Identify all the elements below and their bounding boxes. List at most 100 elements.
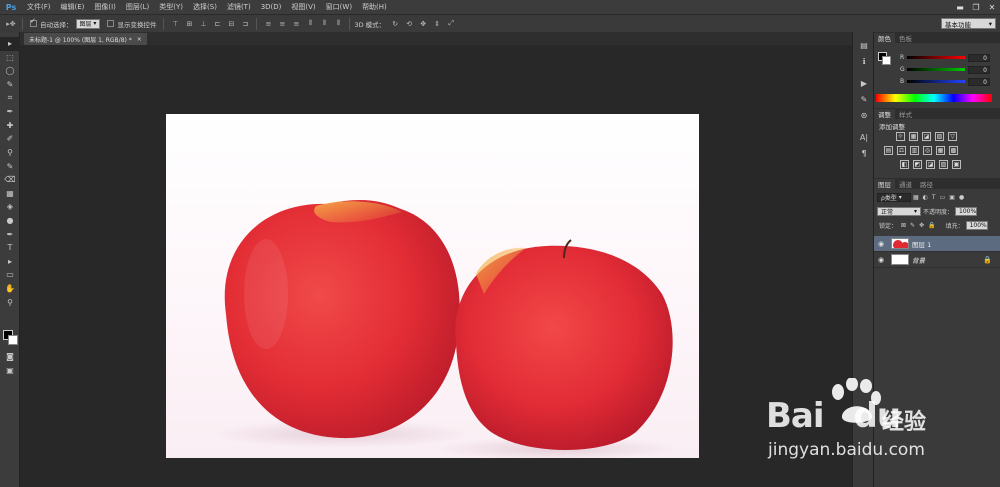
color-ramp[interactable] (876, 94, 992, 102)
filter-adjust-icon[interactable]: ◐ (923, 194, 928, 201)
adjustment-icon[interactable]: ▤ (884, 146, 893, 155)
align-top-icon[interactable]: ⊤ (168, 18, 182, 30)
tool-icon[interactable]: T (0, 241, 20, 255)
tab-styles[interactable]: 样式 (895, 109, 916, 119)
align-right-icon[interactable]: ⊐ (238, 18, 252, 30)
tool-icon[interactable]: ✐ (0, 132, 20, 146)
distribute-bottom-icon[interactable]: ≡ (289, 18, 303, 30)
menu-item[interactable]: 窗口(W) (321, 0, 357, 14)
menu-item[interactable]: 编辑(E) (56, 0, 90, 14)
3d-rotate-icon[interactable]: ↻ (388, 18, 402, 30)
adjustment-icon[interactable]: ▦ (936, 146, 945, 155)
tab-swatches[interactable]: 色板 (895, 33, 916, 43)
color-background-swatch[interactable] (882, 56, 891, 65)
blend-mode-dropdown[interactable]: 正常 ▾ (877, 207, 921, 216)
distribute-hcenter-icon[interactable]: ⫴ (317, 18, 331, 30)
adjustment-icon[interactable]: ▨ (935, 132, 944, 141)
align-bottom-icon[interactable]: ⊥ (196, 18, 210, 30)
3d-roll-icon[interactable]: ⟲ (402, 18, 416, 30)
menu-item[interactable]: 文件(F) (22, 0, 56, 14)
3d-drag-icon[interactable]: ✥ (416, 18, 430, 30)
tab-layers[interactable]: 图层 (874, 179, 895, 189)
adjustment-icon[interactable]: ◪ (926, 160, 935, 169)
layer-kind-filter[interactable]: ρ类型 ▾ (877, 193, 911, 202)
layer-row[interactable]: ◉ 背景 🔒 (874, 252, 1000, 268)
tool-icon[interactable]: ⚲ (0, 146, 20, 160)
menu-item[interactable]: 视图(V) (286, 0, 320, 14)
fill-input[interactable]: 100% (965, 221, 988, 230)
quick-mask-icon[interactable]: ◙ (0, 350, 20, 364)
menu-item[interactable]: 帮助(H) (357, 0, 392, 14)
adjustment-icon[interactable]: ▣ (952, 160, 961, 169)
menu-item[interactable]: 图像(I) (89, 0, 121, 14)
tool-icon[interactable]: ⌗ (0, 91, 20, 105)
layer-row[interactable]: ◉ 图层 1 (874, 236, 1000, 252)
adjustment-icon[interactable]: ◧ (900, 160, 909, 169)
filter-shape-icon[interactable]: ▭ (940, 194, 946, 201)
red-value[interactable]: 0 (968, 53, 990, 62)
restore-button[interactable]: ❐ (968, 0, 984, 14)
3d-scale-icon[interactable]: ⤢ (444, 18, 458, 30)
blue-slider[interactable] (907, 80, 965, 83)
menu-item[interactable]: 3D(D) (256, 0, 287, 14)
tool-icon[interactable]: ⚲ (0, 295, 20, 309)
minimize-button[interactable]: ▬ (952, 0, 968, 14)
filter-type-icon[interactable]: T (932, 194, 936, 201)
menu-item[interactable]: 选择(S) (188, 0, 222, 14)
green-value[interactable]: 0 (968, 65, 990, 74)
filter-smart-icon[interactable]: ▣ (949, 194, 955, 201)
tool-icon[interactable]: ▦ (0, 187, 20, 201)
show-transform-checkbox[interactable] (107, 20, 115, 27)
document-tab[interactable]: 未标题-1 @ 100% (图层 1, RGB/8) * × (24, 33, 147, 45)
opacity-input[interactable]: 100% (955, 207, 978, 216)
tool-icon[interactable]: ▸ (0, 255, 20, 269)
properties-icon[interactable]: ℹ (853, 54, 875, 68)
tool-icon[interactable]: ✒ (0, 227, 20, 241)
history-icon[interactable]: ▤ (853, 38, 875, 52)
brush-presets-icon[interactable]: ✎ (853, 92, 875, 106)
tool-icon[interactable]: ◈ (0, 200, 20, 214)
menu-item[interactable]: 图层(L) (121, 0, 154, 14)
distribute-right-icon[interactable]: ⫴ (331, 18, 345, 30)
tool-icon[interactable]: ⬚ (0, 51, 20, 65)
layer-name[interactable]: 背景 (912, 255, 925, 265)
auto-select-dropdown[interactable]: 图层 ▾ (75, 18, 101, 29)
red-slider[interactable] (907, 56, 965, 59)
tab-paths[interactable]: 路径 (916, 179, 937, 189)
blue-value[interactable]: 0 (968, 77, 990, 86)
tool-icon[interactable]: ▭ (0, 268, 20, 282)
adjustment-icon[interactable]: ◎ (923, 146, 932, 155)
tool-icon[interactable]: ▸ (0, 37, 20, 51)
visibility-eye-icon[interactable]: ◉ (874, 240, 888, 248)
adjustment-icon[interactable]: ☼ (896, 132, 905, 141)
menu-item[interactable]: 滤镜(T) (222, 0, 256, 14)
tool-icon[interactable]: ✎ (0, 159, 20, 173)
auto-select-checkbox[interactable] (30, 17, 37, 27)
green-slider[interactable] (907, 68, 965, 71)
adjustment-icon[interactable]: ▥ (910, 146, 919, 155)
distribute-left-icon[interactable]: ⫴ (303, 18, 317, 30)
visibility-eye-icon[interactable]: ◉ (874, 256, 888, 264)
document-canvas[interactable] (166, 114, 699, 458)
lock-position-icon[interactable]: ✥ (919, 222, 924, 229)
color-swatches[interactable] (3, 330, 19, 346)
align-hcenter-icon[interactable]: ⊟ (224, 18, 238, 30)
workspace-dropdown[interactable]: 基本功能 ▾ (941, 18, 996, 29)
lock-pixels-icon[interactable]: ✎ (910, 222, 915, 229)
adjustment-icon[interactable]: ◩ (913, 160, 922, 169)
distribute-vcenter-icon[interactable]: ≡ (275, 18, 289, 30)
tool-icon[interactable]: ✒ (0, 105, 20, 119)
lock-transparent-icon[interactable]: ⊠ (901, 222, 906, 229)
align-vcenter-icon[interactable]: ⊞ (182, 18, 196, 30)
3d-slide-icon[interactable]: ⇕ (430, 18, 444, 30)
lock-all-icon[interactable]: 🔒 (928, 222, 935, 229)
adjustment-icon[interactable]: ▽ (948, 132, 957, 141)
layer-name[interactable]: 图层 1 (912, 239, 931, 249)
close-tab-icon[interactable]: × (137, 36, 142, 43)
screen-mode-icon[interactable]: ▣ (0, 364, 20, 378)
tab-color[interactable]: 颜色 (874, 33, 895, 43)
tab-channels[interactable]: 通道 (895, 179, 916, 189)
character-icon[interactable]: A| (853, 130, 875, 144)
tool-icon[interactable]: ⌫ (0, 173, 20, 187)
clone-source-icon[interactable]: ⊛ (853, 108, 875, 122)
